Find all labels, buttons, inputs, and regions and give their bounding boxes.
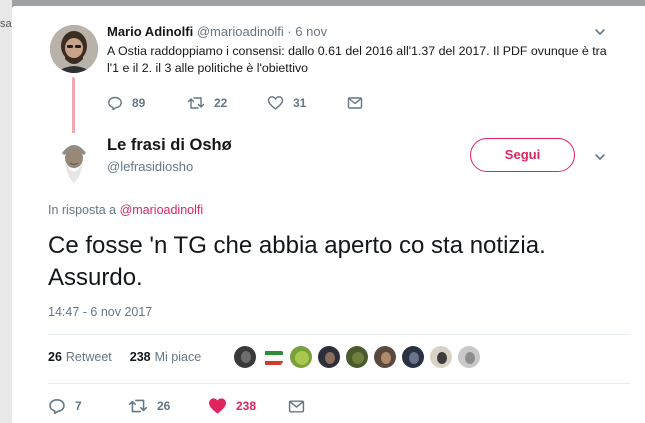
reply-icon: [49, 399, 65, 415]
retweets-stat-label[interactable]: Retweet: [66, 350, 112, 364]
retweets-stat-count[interactable]: 26: [48, 350, 62, 364]
author-handle[interactable]: @lefrasidiosho: [107, 159, 193, 174]
liker-avatar[interactable]: [289, 345, 313, 369]
reply-count: 7: [75, 399, 82, 413]
reply-context: In risposta a @marioadinolfi: [48, 203, 203, 217]
heart-filled-icon: [209, 398, 226, 414]
reply-button[interactable]: 7: [48, 396, 82, 416]
parent-retweet-button[interactable]: 22: [187, 93, 227, 113]
dm-button[interactable]: [288, 396, 305, 416]
liker-avatar[interactable]: [373, 345, 397, 369]
parent-author-name[interactable]: Mario Adinolfi: [107, 24, 193, 39]
tweet-stats: 26 Retweet 238 Mi piace: [48, 350, 201, 364]
retweet-button[interactable]: 26: [128, 396, 170, 416]
parent-retweet-count: 22: [214, 96, 228, 110]
like-button[interactable]: 238: [208, 396, 256, 416]
thread-connector: [72, 77, 75, 134]
liker-avatar[interactable]: [261, 345, 285, 369]
liker-avatar[interactable]: [317, 345, 341, 369]
author-avatar[interactable]: [48, 133, 100, 185]
tweet-timestamp[interactable]: 14:47 - 6 nov 2017: [48, 305, 152, 319]
parent-reply-count: 89: [132, 96, 146, 110]
author-avatar-image: [48, 133, 100, 185]
parent-separator: ·: [283, 24, 296, 39]
parent-like-button[interactable]: 31: [267, 93, 306, 113]
parent-avatar-image: [50, 25, 98, 73]
parent-dm-button[interactable]: [347, 93, 363, 113]
reply-context-mention[interactable]: @marioadinolfi: [120, 203, 204, 217]
parent-like-count: 31: [293, 96, 307, 110]
parent-tweet-text: A Ostia raddoppiamo i consensi: dallo 0.…: [107, 44, 607, 75]
author-name[interactable]: Le frasi di Oshø: [107, 136, 232, 155]
divider: [48, 334, 630, 335]
follow-button[interactable]: Segui: [470, 138, 575, 172]
retweet-count: 26: [157, 399, 171, 413]
parent-chevron-down-icon[interactable]: [594, 26, 606, 38]
liker-avatar[interactable]: [345, 345, 369, 369]
tweet-text: Ce fosse 'n TG che abbia aperto co sta n…: [48, 232, 546, 291]
reply-context-prefix: In risposta a: [48, 203, 120, 217]
tweet-card: Mario Adinolfi @marioadinolfi · 6 nov A …: [12, 6, 645, 423]
parent-author-handle[interactable]: @marioadinolfi: [197, 24, 284, 39]
liker-avatar[interactable]: [401, 345, 425, 369]
divider: [48, 383, 630, 384]
likes-stat-label[interactable]: Mi piace: [155, 350, 202, 364]
parent-avatar[interactable]: [50, 25, 98, 73]
liker-avatar[interactable]: [233, 345, 257, 369]
background-strip-text: sa: [0, 18, 12, 30]
parent-header: Mario Adinolfi @marioadinolfi · 6 nov: [107, 24, 327, 39]
liker-avatar[interactable]: [429, 345, 453, 369]
tweet-chevron-down-icon[interactable]: [594, 151, 606, 163]
reply-icon: [108, 96, 122, 111]
heart-icon: [267, 96, 284, 110]
retweet-icon: [128, 399, 148, 413]
retweet-icon: [187, 97, 205, 109]
envelope-icon: [347, 97, 363, 109]
background-window-strip: sa: [0, 0, 12, 423]
liker-avatar[interactable]: [457, 345, 481, 369]
parent-date[interactable]: 6 nov: [295, 24, 327, 39]
like-count: 238: [236, 399, 257, 413]
envelope-icon: [288, 399, 305, 413]
likes-stat-count[interactable]: 238: [130, 350, 151, 364]
parent-reply-button[interactable]: 89: [107, 93, 145, 113]
